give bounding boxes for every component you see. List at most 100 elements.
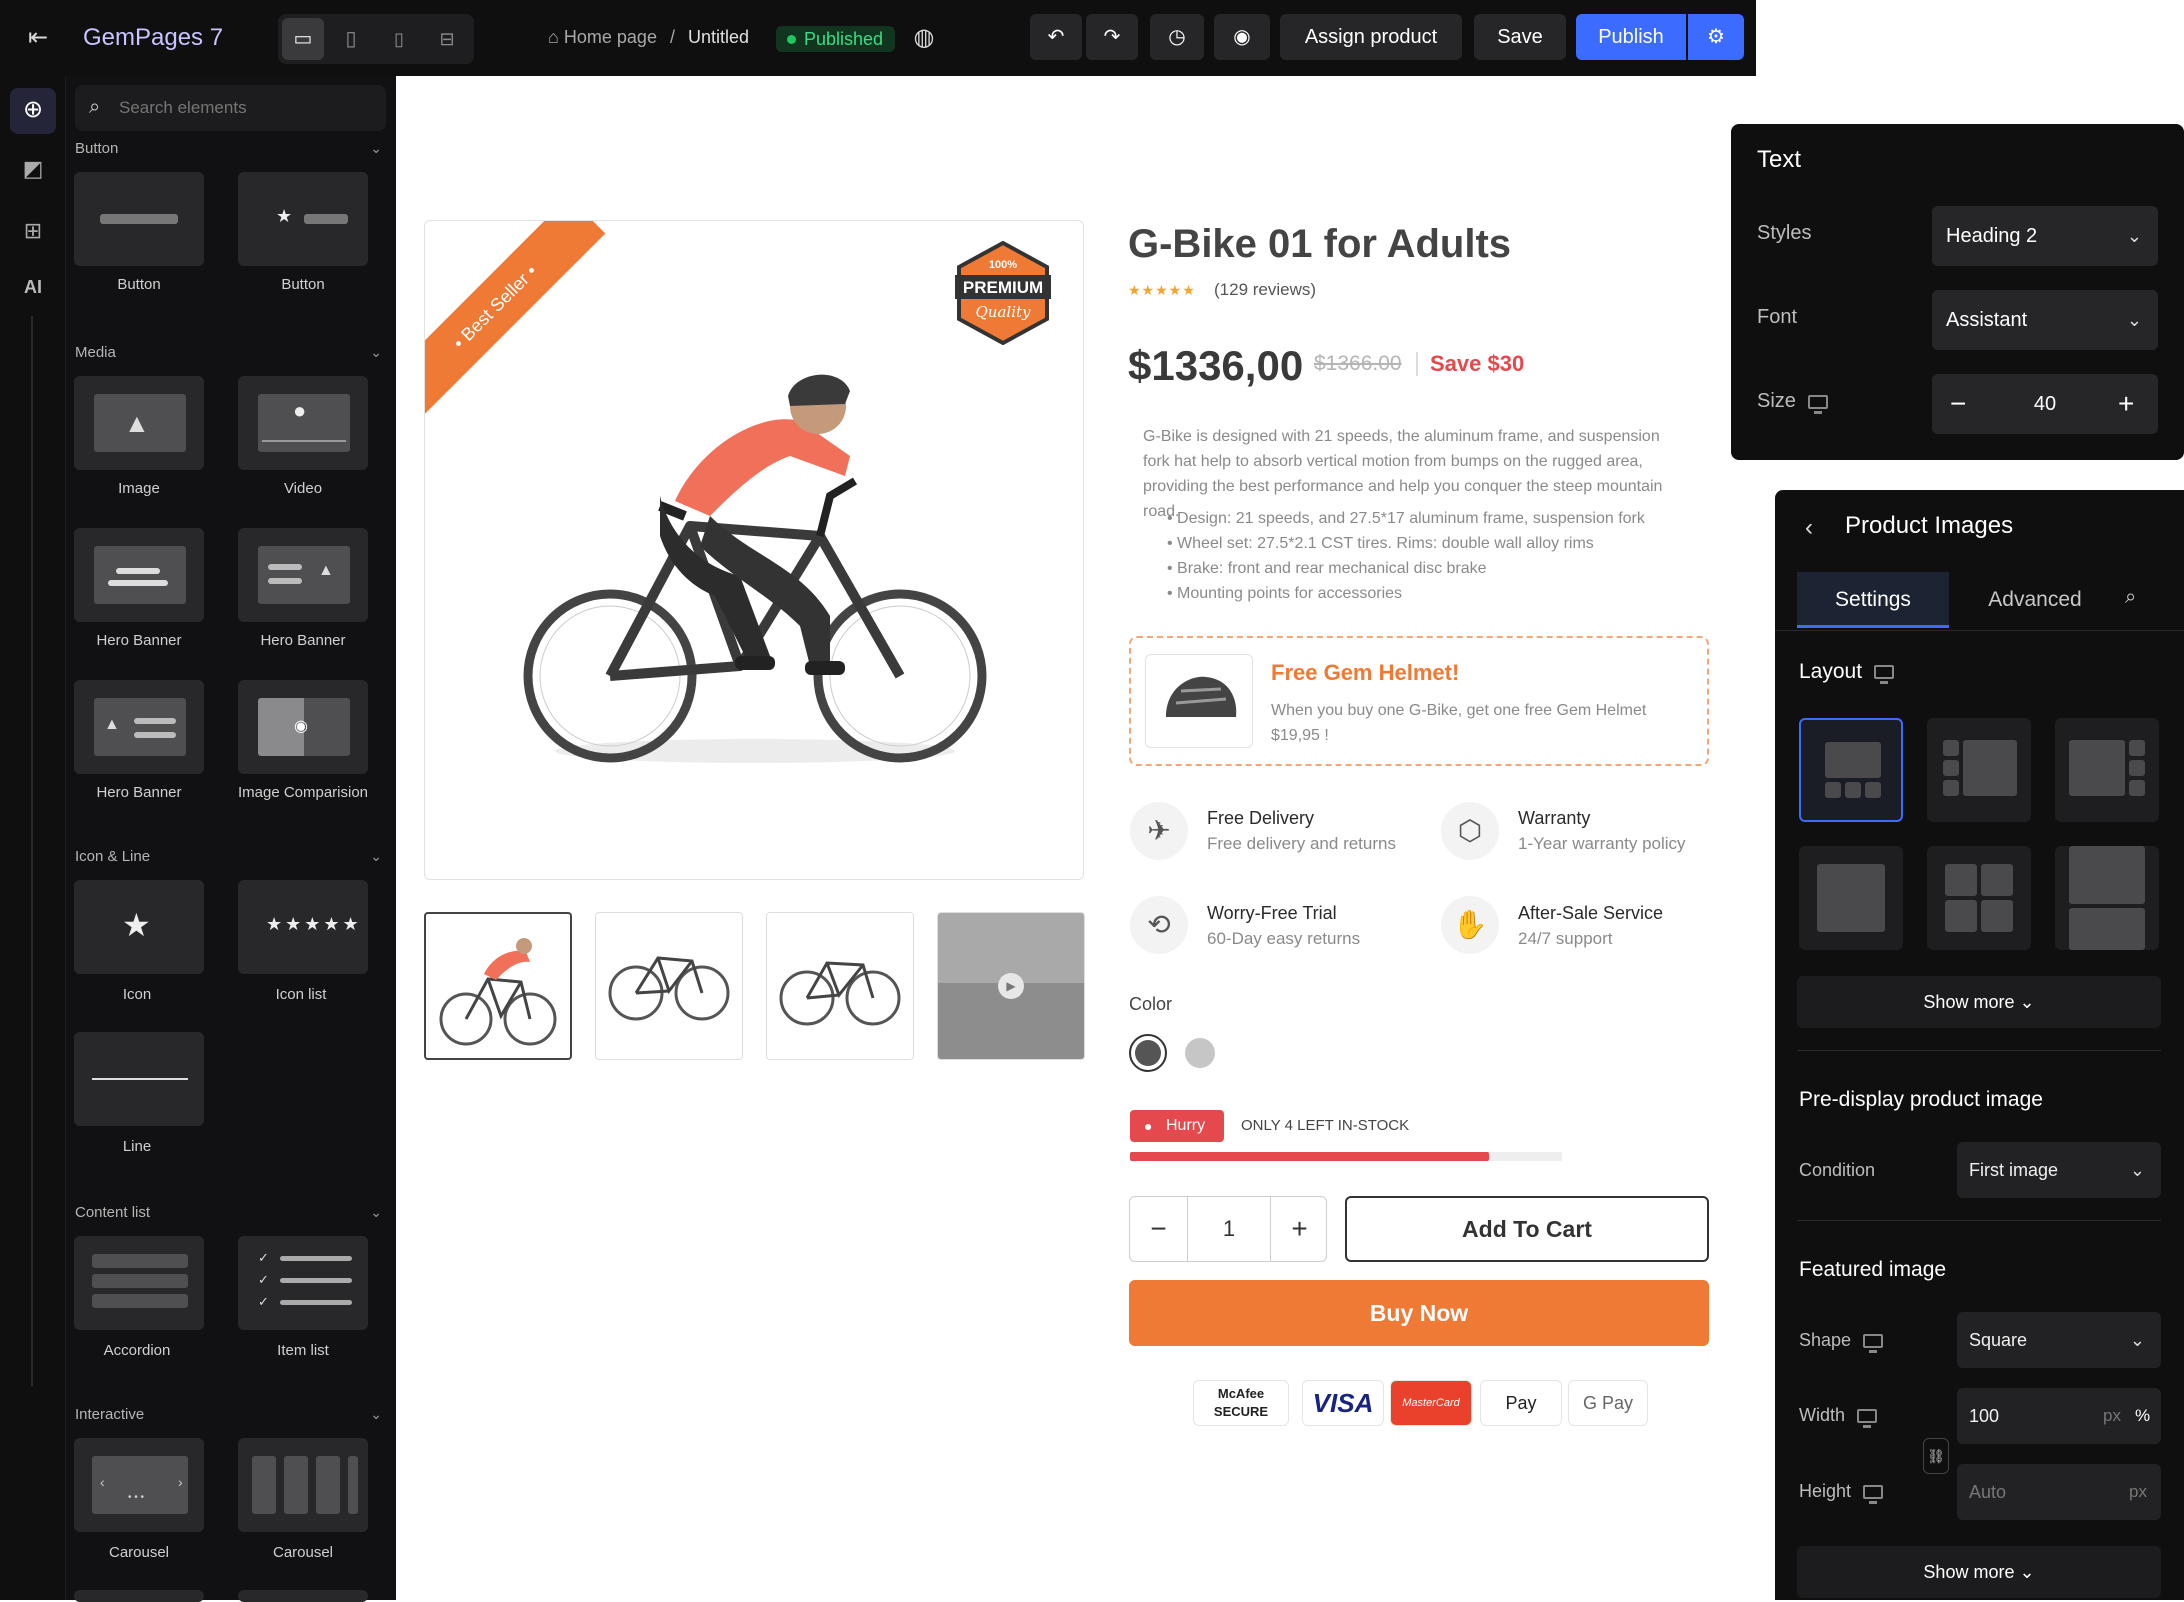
assign-product-button[interactable]: Assign product	[1280, 14, 1462, 60]
exit-icon[interactable]: ⇤	[20, 15, 56, 61]
styles-select[interactable]: Heading 2 ⌄	[1932, 206, 2158, 266]
applepay-badge: Pay	[1480, 1380, 1562, 1426]
save-button[interactable]: Save	[1474, 14, 1566, 60]
tab-advanced[interactable]: Advanced	[1959, 572, 2111, 628]
product-title[interactable]: G-Bike 01 for Adults	[1128, 222, 1511, 267]
thumbnail-video[interactable]: ▶	[937, 912, 1085, 1060]
layout-option-1[interactable]	[1799, 718, 1903, 822]
review-count[interactable]: (129 reviews)	[1214, 280, 1316, 300]
publish-settings-button[interactable]: ⚙	[1688, 14, 1744, 60]
tile-accordion[interactable]	[74, 1236, 204, 1330]
history-button[interactable]: ◷	[1150, 14, 1204, 60]
thumbnail-1[interactable]	[424, 912, 572, 1060]
link-icon[interactable]: ⛓	[1923, 1438, 1949, 1474]
layout-option-5[interactable]	[1927, 846, 2031, 950]
tile-hero-banner[interactable]: ▲	[74, 680, 204, 774]
layout-option-2[interactable]	[1927, 718, 2031, 822]
publish-button[interactable]: Publish	[1576, 14, 1686, 60]
plus-button[interactable]: +	[2118, 374, 2134, 434]
shape-select[interactable]: Square ⌄	[1957, 1312, 2161, 1368]
preview-button[interactable]: ◉	[1214, 14, 1270, 60]
layout-option-3[interactable]	[2055, 718, 2159, 822]
font-select[interactable]: Assistant ⌄	[1932, 290, 2158, 350]
add-to-cart-button[interactable]: Add To Cart	[1345, 1196, 1709, 1262]
desktop-icon	[1863, 1334, 1884, 1354]
width-input[interactable]: 100 px %	[1957, 1388, 2161, 1444]
layout-option-6[interactable]	[2055, 846, 2159, 950]
mobile-icon[interactable]: ▯	[378, 18, 420, 60]
color-swatch-dark[interactable]	[1129, 1034, 1167, 1072]
add-element-icon[interactable]: ⊕	[10, 88, 56, 134]
tile-icon[interactable]: ★	[74, 880, 204, 974]
search-icon[interactable]: ⌕	[2125, 586, 2136, 609]
show-more-button[interactable]: Show more ⌄	[1797, 976, 2161, 1028]
product-main-image[interactable]: • Best Seller • 100% PREMIUM Quality	[424, 220, 1084, 880]
thumbnail-3[interactable]	[766, 912, 914, 1060]
top-bar: ⇤ GemPages 7 ▭ ▯ ▯ ⊟ ⌂ Home page / Untit…	[0, 0, 1756, 76]
tile-button[interactable]	[74, 172, 204, 266]
ai-icon[interactable]: AI	[10, 264, 56, 310]
back-arrow-icon[interactable]: ‹	[1805, 514, 1813, 542]
show-more-button[interactable]: Show more ⌄	[1797, 1546, 2161, 1598]
redo-button[interactable]: ↷	[1086, 14, 1138, 60]
chevron-down-icon[interactable]: ⌄	[370, 1406, 382, 1423]
breadcrumb-page[interactable]: Untitled	[688, 27, 749, 47]
tile-line[interactable]	[74, 1032, 204, 1126]
plus-button[interactable]: +	[1270, 1197, 1328, 1261]
chevron-down-icon[interactable]: ⌄	[370, 848, 382, 865]
section-icon-line[interactable]: Icon & Line	[75, 848, 150, 865]
tile-video[interactable]: ●	[238, 376, 368, 470]
height-input[interactable]: Auto px	[1957, 1464, 2161, 1520]
chevron-down-icon[interactable]: ⌄	[370, 140, 382, 157]
theme-icon[interactable]: ◩	[10, 146, 56, 192]
chevron-down-icon[interactable]: ⌄	[370, 1204, 382, 1221]
section-interactive[interactable]: Interactive	[75, 1406, 144, 1423]
color-swatch-light[interactable]	[1185, 1038, 1215, 1068]
buy-now-button[interactable]: Buy Now	[1129, 1280, 1709, 1346]
unit-px[interactable]: px	[2129, 1464, 2147, 1520]
layout-icon[interactable]: ⊞	[10, 208, 56, 254]
tile-button-icon[interactable]: ★	[238, 172, 368, 266]
panel-title: Text	[1757, 146, 1802, 173]
tablet-icon[interactable]: ▯	[330, 18, 372, 60]
thumbnail-2[interactable]	[595, 912, 743, 1060]
layout-option-4[interactable]	[1799, 846, 1903, 950]
section-content-list[interactable]: Content list	[75, 1204, 150, 1221]
feature-title: Free Delivery	[1207, 808, 1315, 828]
size-stepper: − 40 +	[1932, 374, 2158, 434]
size-value[interactable]: 40	[2020, 374, 2070, 434]
tile-icon-list[interactable]: ★★★★★	[238, 880, 368, 974]
tile-item-list[interactable]: ✓ ✓ ✓	[238, 1236, 368, 1330]
font-label: Font	[1757, 306, 1798, 328]
width-label: Width	[1799, 1405, 1878, 1429]
condition-select[interactable]: First image ⌄	[1957, 1142, 2161, 1198]
search-box[interactable]: ⌕	[75, 85, 386, 131]
tab-settings[interactable]: Settings	[1797, 572, 1949, 628]
unit-px[interactable]: px	[2103, 1388, 2121, 1444]
undo-icon: ↶	[1047, 26, 1065, 48]
play-icon[interactable]: ▶	[998, 973, 1024, 999]
undo-button[interactable]: ↶	[1030, 14, 1082, 60]
section-button[interactable]: Button	[75, 140, 118, 157]
chevron-down-icon[interactable]: ⌄	[370, 344, 382, 361]
globe-icon[interactable]: ◍	[906, 15, 942, 61]
tile-hero-banner[interactable]	[74, 528, 204, 622]
breadcrumb-home[interactable]: Home page	[564, 27, 657, 47]
section-media[interactable]: Media	[75, 344, 116, 361]
tile-partial	[74, 1590, 204, 1602]
tile-carousel[interactable]: ‹ › • • •	[74, 1438, 204, 1532]
tile-carousel[interactable]	[238, 1438, 368, 1532]
search-input[interactable]	[119, 93, 369, 123]
unit-percent[interactable]: %	[2135, 1388, 2150, 1444]
product-images-panel: ‹ Product Images Settings Advanced ⌕ Lay…	[1775, 490, 2184, 1600]
desktop-icon[interactable]: ▭	[282, 18, 324, 60]
responsive-icon[interactable]: ⊟	[426, 18, 468, 60]
minus-button[interactable]: −	[1130, 1197, 1188, 1261]
tile-hero-banner[interactable]: ▲	[238, 528, 368, 622]
tile-image-comparison[interactable]: ◉	[238, 680, 368, 774]
redo-icon: ↷	[1103, 26, 1121, 48]
quantity-input[interactable]	[1188, 1197, 1270, 1261]
tile-image[interactable]: ▲	[74, 376, 204, 470]
product-description: G-Bike is designed with 21 speeds, the a…	[1143, 428, 1663, 520]
minus-button[interactable]: −	[1950, 374, 1966, 434]
